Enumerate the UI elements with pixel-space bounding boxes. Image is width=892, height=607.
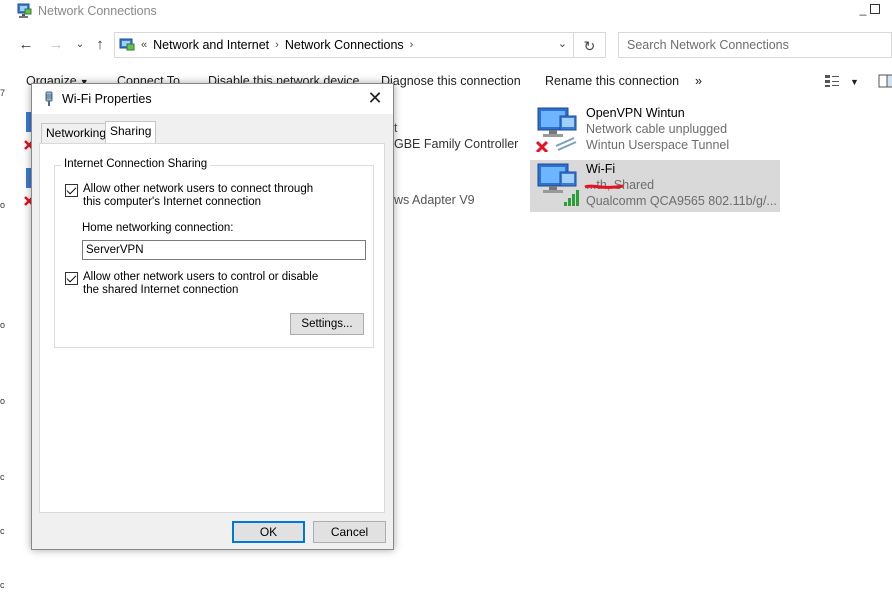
title-bar: Network Connections _ — [8, 0, 892, 22]
desktop-glyph: o — [0, 320, 6, 330]
connection-device: Qualcomm QCA9565 802.11b/g/... — [586, 194, 777, 208]
ics-groupbox: Internet Connection Sharing Allow other … — [54, 158, 374, 348]
close-icon[interactable]: ✕ — [365, 88, 385, 108]
wifi-adapter-icon — [537, 163, 579, 206]
minimize-icon[interactable]: _ — [856, 2, 870, 16]
diagnose-button[interactable]: Diagnose this connection — [381, 74, 521, 88]
desktop-glyph: 7 — [0, 88, 6, 98]
tab-sharing[interactable]: Sharing — [105, 121, 157, 143]
connection-device: Wintun Userspace Tunnel — [586, 138, 730, 152]
desktop-glyph: o — [0, 200, 6, 210]
tab-networking[interactable]: Networking — [41, 123, 112, 143]
network-connections-screen: 7 o o o c c c Network Connections _ ← → … — [0, 0, 892, 607]
address-row: ← → ⌄ ↑ « Network and Internet › Network… — [8, 30, 892, 60]
chevron-right-icon[interactable]: › — [275, 39, 279, 51]
breadcrumb-network-connections[interactable]: Network Connections — [285, 38, 404, 52]
allow-control-row[interactable]: Allow other network users to control or … — [65, 271, 333, 297]
recent-locations-chevron-icon[interactable]: ⌄ — [70, 35, 90, 55]
connection-item-wifi[interactable]: Wi-Fi ...th, Shared Qualcomm QCA9565 802… — [530, 160, 780, 212]
ok-button[interactable]: OK — [232, 521, 305, 543]
allow-control-label[interactable]: Allow other network users to control or … — [83, 271, 333, 297]
breadcrumb-overflow[interactable]: « — [141, 39, 147, 51]
home-networking-connection-field[interactable]: ServerVPN — [82, 240, 366, 260]
allow-control-checkbox[interactable] — [65, 272, 78, 285]
network-connections-icon — [17, 3, 32, 18]
back-arrow-icon[interactable]: ← — [16, 35, 36, 55]
network-adapter-disconnected-icon — [535, 107, 577, 152]
cancel-button[interactable]: Cancel — [313, 521, 386, 543]
wifi-properties-dialog: Wi-Fi Properties ✕ Networking Sharing In… — [31, 83, 394, 550]
chevron-right-icon[interactable]: › — [410, 39, 414, 51]
dialog-title-bar: Wi-Fi Properties ✕ — [32, 84, 393, 114]
preview-pane-icon[interactable] — [878, 74, 892, 88]
up-arrow-icon[interactable]: ↑ — [90, 35, 110, 55]
search-input[interactable]: Search Network Connections — [618, 32, 892, 58]
refresh-icon[interactable]: ↻ — [574, 32, 606, 58]
desktop-edge: 7 o o o c c c — [0, 0, 8, 607]
connection-status: Network cable unplugged — [586, 122, 728, 136]
chevron-down-icon[interactable]: ⌄ — [558, 37, 567, 50]
allow-connect-checkbox[interactable] — [65, 184, 78, 197]
desktop-glyph: c — [0, 526, 5, 536]
red-redaction-mark — [584, 184, 624, 189]
desktop-glyph: c — [0, 472, 5, 482]
window-title: Network Connections — [38, 4, 157, 18]
dialog-title: Wi-Fi Properties — [62, 92, 152, 106]
connection-name: Wi-Fi — [586, 162, 616, 176]
ics-group-title: Internet Connection Sharing — [61, 158, 211, 170]
partial-connection-text: t — [394, 121, 398, 135]
breadcrumb-network-and-internet[interactable]: Network and Internet — [153, 38, 269, 52]
control-panel-icon — [119, 38, 135, 51]
forward-arrow-icon[interactable]: → — [46, 35, 66, 55]
allow-connect-label[interactable]: Allow other network users to connect thr… — [83, 183, 333, 209]
partial-connection-device: GBE Family Controller — [394, 137, 519, 151]
settings-button[interactable]: Settings... — [290, 313, 364, 335]
more-commands-button[interactable]: » — [695, 74, 702, 88]
view-options-caret-icon[interactable]: ▼ — [850, 77, 859, 87]
change-view-icon[interactable] — [824, 74, 840, 88]
wifi-adapter-icon — [45, 91, 53, 106]
allow-connect-row[interactable]: Allow other network users to connect thr… — [65, 183, 333, 209]
address-bar[interactable]: « Network and Internet › Network Connect… — [114, 32, 574, 58]
rename-button[interactable]: Rename this connection — [545, 74, 679, 88]
connection-name: OpenVPN Wintun — [586, 106, 685, 120]
connection-item-openvpn-wintun[interactable]: OpenVPN Wintun Network cable unplugged W… — [530, 104, 780, 156]
desktop-glyph: c — [0, 580, 5, 590]
partial-connection-device: ws Adapter V9 — [394, 193, 475, 207]
sharing-tab-panel: Internet Connection Sharing Allow other … — [39, 143, 385, 513]
desktop-glyph: o — [0, 396, 6, 406]
home-networking-label: Home networking connection: — [82, 222, 234, 234]
maximize-icon[interactable] — [870, 4, 880, 14]
